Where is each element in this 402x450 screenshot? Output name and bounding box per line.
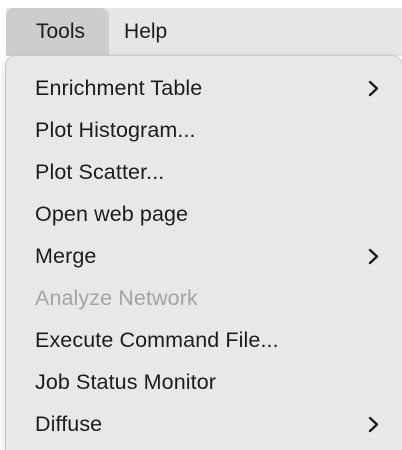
menu-item-label: Open web page <box>35 201 189 226</box>
menu-item-label: Analyze Network <box>35 285 198 310</box>
menu-item-enrichment-table[interactable]: Enrichment Table <box>6 67 402 109</box>
menu-item-open-web-page[interactable]: Open web page <box>6 193 402 235</box>
menu-item-label: Execute Command File... <box>35 327 279 352</box>
screen: Tools Help Enrichment Table Plot Histogr… <box>0 0 402 450</box>
menu-item-label: Plot Scatter... <box>35 159 165 184</box>
menu-item-label: Enrichment Table <box>35 75 203 100</box>
menu-item-merge[interactable]: Merge <box>6 235 402 277</box>
menu-item-label: Merge <box>35 243 97 268</box>
menu-item-analyze-network: Analyze Network <box>6 277 402 319</box>
menu-item-label: Plot Histogram... <box>35 117 196 142</box>
menu-item-label: Diffuse <box>35 411 103 436</box>
chevron-right-icon <box>366 247 380 265</box>
menu-item-plot-histogram[interactable]: Plot Histogram... <box>6 109 402 151</box>
menu-item-diffuse[interactable]: Diffuse <box>6 403 402 445</box>
menubar-item-tools[interactable]: Tools <box>6 8 110 56</box>
menu-item-plot-scatter[interactable]: Plot Scatter... <box>6 151 402 193</box>
tools-dropdown-menu: Enrichment Table Plot Histogram... Plot … <box>6 56 402 450</box>
menu-bar: Tools Help <box>6 8 402 56</box>
menu-item-label: Job Status Monitor <box>35 369 217 394</box>
chevron-right-icon <box>366 79 380 97</box>
menubar-item-help[interactable]: Help <box>109 8 182 56</box>
menu-item-job-status-monitor[interactable]: Job Status Monitor <box>6 361 402 403</box>
menu-item-execute-command-file[interactable]: Execute Command File... <box>6 319 402 361</box>
chevron-right-icon <box>366 415 380 433</box>
